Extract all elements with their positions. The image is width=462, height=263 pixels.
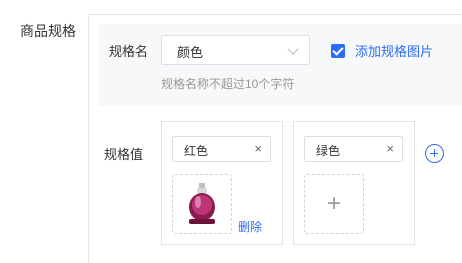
spec-name-label: 规格名 <box>109 44 149 59</box>
add-spec-value-icon[interactable] <box>425 144 444 163</box>
spec-value-card-green: 绿色 × + <box>293 121 415 245</box>
chevron-down-icon <box>287 43 299 55</box>
spec-value-text: 红色 <box>184 144 209 158</box>
perfume-bottle-image <box>189 183 215 224</box>
section-label: 商品规格 <box>20 23 76 39</box>
spec-value-text: 绿色 <box>316 144 341 158</box>
spec-name-value: 颜色 <box>177 45 204 60</box>
spec-value-input-red[interactable]: 红色 × <box>172 136 271 162</box>
delete-image-link[interactable]: 删除 <box>238 218 262 235</box>
close-icon[interactable]: × <box>386 141 394 156</box>
add-spec-image-label[interactable]: 添加规格图片 <box>355 41 433 60</box>
spec-value-label: 规格值 <box>104 147 144 162</box>
spec-name-select[interactable]: 颜色 <box>161 35 310 65</box>
add-spec-image-checkbox[interactable]: 添加规格图片 <box>331 41 433 60</box>
spec-name-hint: 规格名称不超过10个字符 <box>161 77 295 91</box>
spec-image-upload-green[interactable]: + <box>304 174 364 234</box>
spec-image-slot-red[interactable] <box>172 174 232 234</box>
plus-icon: + <box>326 190 341 217</box>
spec-value-card-red: 红色 × 删除 <box>161 121 283 245</box>
spec-value-input-green[interactable]: 绿色 × <box>304 136 403 162</box>
checkbox-checked-icon[interactable] <box>331 43 345 58</box>
close-icon[interactable]: × <box>254 141 262 156</box>
